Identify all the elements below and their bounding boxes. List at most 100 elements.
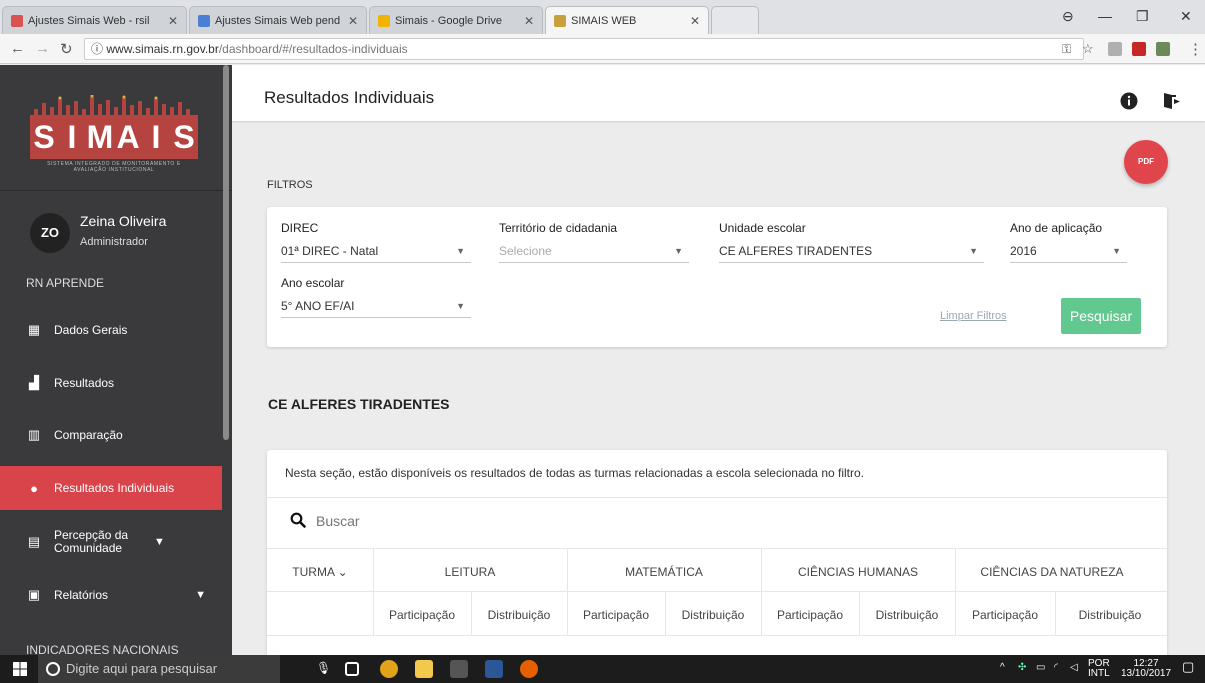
unidade-select[interactable]: CE ALFERES TIRADENTES ▼ [719,241,984,263]
caret-down-icon: ▼ [456,246,465,256]
bookmark-star-icon[interactable]: ☆ [1082,41,1094,57]
url-field[interactable]: ⓘ www.simais.rn.gov.br/dashboard/#/resul… [84,38,1084,60]
filters-section-label: FILTROS [267,179,313,191]
sidebar-item-percepcao[interactable]: ▤ Percepção da Comunidade ▼ [0,520,222,564]
user-name: Zeina Oliveira [80,213,167,229]
search-button[interactable]: Pesquisar [1061,298,1141,334]
minimize-icon[interactable]: — [1098,8,1112,24]
close-icon[interactable]: ✕ [524,14,534,28]
column-header-participacao[interactable]: Participação [761,608,859,622]
sidebar-item-dados-gerais[interactable]: ▦ Dados Gerais [0,308,222,352]
column-header-distribuicao[interactable]: Distribuição [859,608,955,622]
windows-start-icon[interactable] [13,662,27,676]
territorio-placeholder: Selecione [499,244,552,258]
column-header-distribuicao[interactable]: Distribuição [1055,608,1165,622]
terminal-icon[interactable] [450,660,468,678]
document-icon: ▣ [27,587,41,602]
file-explorer-icon[interactable] [415,660,433,678]
sidebar-item-label: Comparação [54,427,123,442]
direc-select[interactable]: 01ª DIREC - Natal ▼ [281,241,471,263]
chart-icon: ▟ [29,375,39,390]
browser-tab-title: Ajustes Simais Web - rsil [28,14,150,27]
column-header-distribuicao[interactable]: Distribuição [665,608,761,622]
browser-tab-3[interactable]: Simais - Google Drive ✕ [369,6,543,34]
ano-escolar-value: 5° ANO EF/AI [281,299,355,313]
browser-tab-title: Ajustes Simais Web pend [215,14,341,27]
sidebar-item-resultados[interactable]: ▟ Resultados [0,361,222,405]
close-icon[interactable]: ✕ [168,14,178,28]
sidebar-item-resultados-individuais[interactable]: ● Resultados Individuais [0,466,222,510]
browser-tab-2[interactable]: Ajustes Simais Web pend ✕ [189,6,367,34]
column-header-label: TURMA [292,565,335,579]
clear-filters-link[interactable]: Limpar Filtros [940,310,1007,322]
logo-letter: S [173,119,195,155]
tray-chevron-up-icon[interactable]: ^ [1000,663,1005,673]
wifi-icon[interactable]: ◜ [1054,663,1058,673]
task-view-icon[interactable] [345,662,359,676]
extension-icon[interactable] [1156,42,1170,56]
ano-escolar-label: Ano escolar [281,276,345,290]
ano-aplicacao-select[interactable]: 2016 ▼ [1010,241,1127,263]
battery-icon[interactable]: ▭ [1036,663,1045,673]
chevron-down-icon[interactable]: ▼ [195,589,206,601]
column-header-turma[interactable]: TURMA ⌄ [267,565,373,579]
close-icon[interactable]: ✕ [348,14,358,28]
info-icon[interactable]: ⓘ [91,42,103,56]
word-icon[interactable] [485,660,503,678]
survey-icon: ▤ [27,534,41,549]
language-indicator[interactable]: POR INTL [1088,659,1110,679]
clock[interactable]: 12:27 13/10/2017 [1118,659,1174,679]
profile-icon[interactable]: ⊖ [1062,8,1074,25]
page-header: Resultados Individuais [232,65,1205,121]
bar-chart-icon: ▥ [27,427,41,442]
column-divider [665,592,666,635]
extension-icon[interactable] [1108,42,1122,56]
column-header-participacao[interactable]: Participação [373,608,471,622]
chevron-down-icon[interactable]: ▼ [154,536,165,548]
divider [267,635,1167,636]
logo-letter: M [86,119,114,155]
extension-icon[interactable] [1132,42,1146,56]
pdf-export-button[interactable]: PDF [1124,140,1168,184]
tray-app-icon[interactable]: ✣ [1018,663,1026,673]
reload-icon[interactable]: ↻ [60,40,73,58]
key-icon[interactable]: ⚿ [1062,42,1071,57]
sidebar-item-comparacao[interactable]: ▥ Comparação [0,413,222,457]
back-icon[interactable]: ← [10,40,25,57]
taskbar-search-field[interactable]: Digite aqui para pesquisar [38,655,280,683]
ano-escolar-select[interactable]: 5° ANO EF/AI ▼ [281,296,471,318]
sidebar-scrollbar[interactable] [223,65,229,440]
browser-tab-1[interactable]: Ajustes Simais Web - rsil ✕ [2,6,187,34]
microphone-icon[interactable]: 🎙 [316,662,331,674]
chrome-icon[interactable] [380,660,398,678]
search-input[interactable] [316,513,716,529]
info-icon[interactable] [1120,92,1138,110]
keyboard-layout: INTL [1088,668,1110,679]
new-tab-button[interactable] [711,6,759,34]
browser-menu-icon[interactable]: ⋮ [1188,40,1203,58]
notifications-icon[interactable]: ▢ [1182,660,1194,673]
logo-letter: I [67,119,77,155]
column-header-distribuicao[interactable]: Distribuição [471,608,567,622]
territorio-select[interactable]: Selecione ▼ [499,241,689,263]
avatar[interactable]: ZO [30,213,70,253]
close-icon[interactable]: ✕ [690,14,700,28]
column-header-participacao[interactable]: Participação [567,608,665,622]
column-header-participacao[interactable]: Participação [955,608,1055,622]
logout-icon[interactable] [1162,92,1180,110]
maximize-icon[interactable]: ❐ [1136,8,1149,25]
ano-aplicacao-label: Ano de aplicação [1010,221,1103,235]
forward-icon[interactable]: → [35,40,50,57]
browser-tab-active[interactable]: SIMAIS WEB ✕ [545,6,709,34]
volume-icon[interactable]: ◁ [1070,663,1078,673]
window-close-icon[interactable]: ✕ [1180,8,1192,25]
column-group-matematica: MATEMÁTICA [625,565,703,579]
direc-value: 01ª DIREC - Natal [281,244,379,258]
divider [267,591,1167,592]
firefox-icon[interactable] [520,660,538,678]
logo-tagline: SISTEMA INTEGRADO DE MONITORAMENTO E AVA… [47,161,181,173]
direc-label: DIREC [281,221,319,235]
taskbar-search-placeholder: Digite aqui para pesquisar [66,661,218,676]
results-intro: Nesta seção, estão disponíveis os result… [285,466,864,480]
sidebar-item-relatorios[interactable]: ▣ Relatórios ▼ [0,573,222,617]
